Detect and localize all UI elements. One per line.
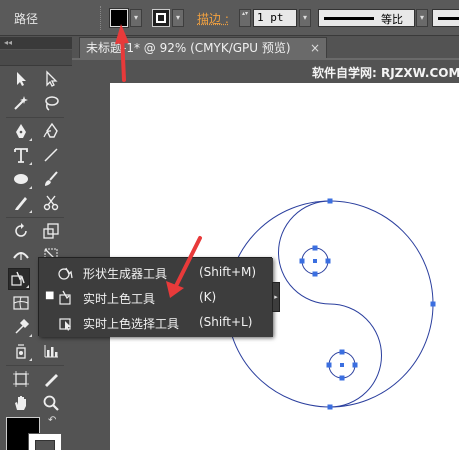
stroke-dropdown-button[interactable]: ▾ — [172, 9, 184, 27]
center-point — [313, 259, 317, 263]
stroke-weight-dropdown[interactable]: ▾ — [299, 9, 311, 27]
menu-item-live-paint-bucket[interactable]: ■ 实时上色工具 (K) — [39, 286, 271, 310]
menu-item-shortcut: (K) — [199, 290, 217, 304]
menu-item-label: 实时上色工具 — [83, 292, 156, 306]
menu-item-shortcut: (Shift+M) — [199, 265, 257, 279]
selection-type-label: 路径 — [14, 12, 39, 26]
document-tab[interactable]: 未标题-1* @ 92% (CMYK/GPU 预览) × — [79, 37, 327, 58]
paintbrush-tool-icon[interactable] — [40, 168, 62, 190]
pen-tool-icon[interactable] — [10, 120, 32, 142]
tools-divider — [6, 217, 64, 218]
anchor-point[interactable] — [339, 349, 345, 355]
stroke-color-inner — [35, 440, 55, 450]
fill-color-swatch[interactable] — [109, 8, 129, 28]
mesh-tool-icon[interactable] — [10, 292, 32, 314]
hand-tool-icon[interactable] — [10, 392, 32, 414]
fill-dropdown-button[interactable]: ▾ — [130, 9, 142, 27]
stroke-ring-icon — [156, 13, 166, 23]
shape-builder-tool-icon[interactable] — [8, 268, 30, 290]
artboard-tool-icon[interactable] — [10, 368, 32, 390]
curvature-tool-icon[interactable] — [40, 120, 62, 142]
width-tool-icon[interactable] — [10, 244, 32, 266]
tools-divider — [6, 365, 64, 366]
checked-indicator-icon: ■ — [45, 290, 55, 301]
column-graph-tool-icon[interactable] — [40, 340, 62, 362]
direct-selection-tool-icon[interactable] — [40, 68, 62, 90]
symbol-sprayer-tool-icon[interactable] — [10, 340, 32, 362]
control-bar: 路径 ▾ ▾ 描边 : ▴▾ 1 pt ▾ 等比 ▾ — [0, 0, 459, 36]
selection-tool-icon[interactable] — [10, 68, 32, 90]
swap-fill-stroke-icon[interactable]: ↶ — [48, 415, 56, 426]
document-tab-title: 未标题-1* @ 92% (CMYK/GPU 预览) — [86, 41, 291, 55]
tools-collapse-bar[interactable]: ◂◂ — [0, 37, 72, 49]
live-paint-selection-icon — [59, 318, 71, 331]
shape-builder-flyout-menu: 形状生成器工具 (Shift+M) ■ 实时上色工具 (K) 实时上色选择工具 … — [38, 257, 273, 337]
anchor-point[interactable] — [352, 362, 358, 368]
menu-item-shape-builder[interactable]: 形状生成器工具 (Shift+M) — [39, 261, 271, 285]
menu-item-live-paint-selection[interactable]: 实时上色选择工具 (Shift+L) — [39, 311, 271, 335]
flyout-tearoff-button[interactable]: ▸ — [272, 282, 280, 312]
lasso-tool-icon[interactable] — [40, 92, 62, 114]
eyedropper-tool-icon[interactable] — [10, 316, 32, 338]
menu-item-label: 实时上色选择工具 — [83, 317, 180, 331]
shape-builder-icon — [58, 267, 73, 280]
pencil-tool-icon[interactable] — [10, 192, 32, 214]
profile-line-preview — [324, 17, 374, 20]
stroke-color-box[interactable] — [28, 433, 62, 450]
magic-wand-tool-icon[interactable] — [10, 92, 32, 114]
live-paint-bucket-icon — [59, 290, 71, 305]
profile-label: 等比 — [381, 13, 403, 26]
stroke-weight-stepper[interactable]: ▴▾ — [239, 9, 251, 27]
profile-dropdown[interactable]: ▾ — [416, 9, 428, 27]
watermark-text: 软件自学网: RJZXW.COM — [312, 66, 459, 80]
brush-definition-select[interactable] — [432, 9, 459, 27]
menu-item-shortcut: (Shift+L) — [199, 315, 253, 329]
document-area: 未标题-1* @ 92% (CMYK/GPU 预览) × 软件自学网: RJZX… — [72, 37, 459, 450]
slice-tool-icon[interactable] — [40, 368, 62, 390]
scale-tool-icon[interactable] — [40, 220, 62, 242]
tab-strip — [72, 58, 459, 60]
anchor-point[interactable] — [327, 404, 333, 410]
yin-yang-s-curve[interactable] — [278, 200, 382, 408]
stroke-label[interactable]: 描边 : — [197, 10, 229, 27]
menu-item-label: 形状生成器工具 — [83, 267, 168, 281]
control-bar-grip[interactable] — [100, 6, 104, 30]
tools-panel: ◂◂ ↶ — [0, 37, 72, 450]
line-segment-tool-icon[interactable] — [40, 144, 62, 166]
type-tool-icon[interactable] — [10, 144, 32, 166]
brush-line-preview — [438, 17, 459, 20]
stroke-weight-input[interactable]: 1 pt — [253, 9, 297, 27]
center-point — [340, 363, 344, 367]
anchor-point[interactable] — [312, 271, 318, 277]
anchor-point[interactable] — [312, 245, 318, 251]
anchor-point[interactable] — [339, 375, 345, 381]
zoom-tool-icon[interactable] — [40, 392, 62, 414]
stroke-color-swatch[interactable] — [152, 9, 170, 27]
tools-grip[interactable] — [0, 50, 72, 66]
anchor-point[interactable] — [326, 362, 332, 368]
rotate-tool-icon[interactable] — [10, 220, 32, 242]
anchor-point[interactable] — [299, 258, 305, 264]
variable-width-profile-select[interactable]: 等比 — [318, 9, 415, 27]
close-tab-icon[interactable]: × — [310, 38, 320, 58]
anchor-point[interactable] — [327, 198, 333, 204]
ellipse-tool-icon[interactable] — [10, 168, 32, 190]
anchor-point[interactable] — [430, 301, 436, 307]
anchor-point[interactable] — [325, 258, 331, 264]
tools-divider — [6, 117, 64, 118]
scissors-tool-icon[interactable] — [40, 192, 62, 214]
